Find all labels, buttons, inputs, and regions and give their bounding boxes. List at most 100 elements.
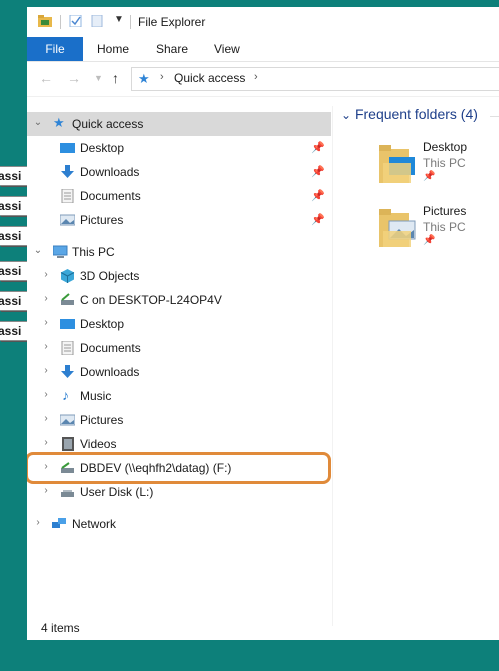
nav-item-qa-desktop[interactable]: Desktop 📌 [27,136,331,160]
nav-item-label: C on DESKTOP-L24OP4V [80,293,222,307]
navigation-pane: ⌄ ★ Quick access Desktop 📌 Downloads 📌 D… [27,106,333,626]
folder-icon [38,15,52,27]
nav-item-qa-pictures[interactable]: Pictures 📌 [27,208,331,232]
nav-item-pictures[interactable]: › Pictures [27,408,331,432]
nav-item-label: Network [72,517,117,531]
desktop-item-strip[interactable]: assi [0,291,29,311]
nav-item-music[interactable]: › ♪ Music [27,384,331,408]
expand-chevron-icon[interactable]: › [41,365,51,376]
tab-view[interactable]: View [214,37,240,61]
collapse-chevron-icon[interactable]: ⌄ [33,245,43,256]
downloads-icon [61,365,74,378]
expand-chevron-icon[interactable]: › [41,437,51,448]
toolbar-separator [60,15,61,29]
nav-item-label: Downloads [80,365,140,379]
nav-item-network[interactable]: › Network [27,512,331,536]
breadcrumb-quick-access[interactable]: Quick access [174,71,245,85]
nav-item-desktop[interactable]: › Desktop [27,312,331,336]
breadcrumb-chevron-icon[interactable]: › [254,71,258,83]
expand-chevron-icon[interactable]: › [41,413,51,424]
desktop-item-strip[interactable]: assi [0,261,29,281]
pictures-folder-icon [379,209,416,247]
folder-tile-desktop[interactable]: Desktop This PC 📌 [375,140,499,192]
nav-item-label: 3D Objects [80,269,140,283]
expand-chevron-icon[interactable]: › [41,485,51,496]
customize-toolbar-icon[interactable]: ▼ [114,14,124,25]
ribbon: File Home Share View [27,37,499,62]
documents-icon [61,341,74,355]
properties-icon[interactable] [69,15,83,27]
pin-icon[interactable]: 📌 [311,141,325,154]
documents-icon [61,189,74,203]
content-pane: ⌄ Frequent folders (4) Desktop This PC 📌 [335,106,499,626]
quick-access-star-icon: ★ [138,71,150,86]
frequent-folders-header[interactable]: ⌄ Frequent folders (4) [341,106,478,122]
expand-chevron-icon[interactable]: › [41,341,51,352]
pictures-icon [60,214,75,226]
divider [490,116,499,117]
nav-item-label: Documents [80,189,141,203]
nav-item-label: Pictures [80,413,124,427]
toolbar-separator [130,15,131,29]
nav-item-label: This PC [72,245,115,259]
pin-icon[interactable]: 📌 [311,189,325,202]
nav-item-label: Pictures [80,213,124,227]
pin-icon: 📌 [423,235,436,246]
tile-location: This PC [423,156,466,170]
tile-name: Desktop [423,140,468,154]
tab-share[interactable]: Share [156,37,188,61]
recent-locations-icon[interactable]: ▼ [94,73,103,83]
tile-location: This PC [423,220,466,234]
desktop-item-strip[interactable]: assi [0,166,29,186]
desktop-item-strip[interactable]: assi [0,226,29,246]
breadcrumb-chevron-icon[interactable]: › [160,71,164,83]
nav-item-label: Desktop [80,317,125,331]
folder-tile-pictures[interactable]: Pictures This PC 📌 [375,204,499,256]
highlight-annotation [27,452,331,484]
pin-icon[interactable]: 📌 [311,213,325,226]
pictures-icon [60,414,75,426]
music-icon: ♪ [62,387,69,403]
nav-item-downloads[interactable]: › Downloads [27,360,331,384]
network-icon [52,518,66,528]
nav-item-documents[interactable]: › Documents [27,336,331,360]
nav-item-quick-access[interactable]: ⌄ ★ Quick access [27,112,331,136]
expand-chevron-icon[interactable]: › [41,269,51,280]
expand-chevron-icon[interactable]: › [33,517,43,528]
network-drive-icon [61,490,74,497]
expand-chevron-icon[interactable]: › [41,293,51,304]
pin-icon[interactable]: 📌 [311,165,325,178]
forward-arrow-icon[interactable]: → [67,70,81,86]
tile-name: Pictures [423,204,467,218]
collapse-chevron-icon[interactable]: ⌄ [33,117,43,128]
collapse-chevron-icon[interactable]: ⌄ [341,108,351,122]
tab-file[interactable]: File [27,37,83,61]
desktop-item-strip[interactable]: assi [0,196,29,216]
nav-item-label: Documents [80,341,141,355]
back-arrow-icon[interactable]: ← [39,70,53,86]
status-item-count: 4 items [41,621,80,635]
new-folder-icon[interactable] [90,15,104,27]
downloads-icon [61,165,74,178]
address-bar[interactable]: ★ › Quick access › [131,67,499,91]
nav-item-qa-documents[interactable]: Documents 📌 [27,184,331,208]
window-title: File Explorer [138,15,206,29]
3d-objects-icon [60,269,75,283]
expand-chevron-icon[interactable]: › [41,317,51,328]
nav-item-label: Videos [80,437,117,451]
group-heading: Frequent folders (4) [354,106,478,122]
nav-item-label: User Disk (L:) [80,485,154,499]
tab-home[interactable]: Home [97,37,129,61]
desktop-icon [60,319,75,329]
expand-chevron-icon[interactable]: › [41,389,51,400]
nav-item-this-pc[interactable]: ⌄ This PC [27,240,331,264]
desktop-item-strip[interactable]: assi [0,321,29,341]
nav-item-3d-objects[interactable]: › 3D Objects [27,264,331,288]
navigation-bar: ← → ▼ ↑ ★ › Quick access › [27,62,499,97]
up-arrow-icon[interactable]: ↑ [112,70,119,86]
nav-item-qa-downloads[interactable]: Downloads 📌 [27,160,331,184]
videos-icon [62,437,74,451]
nav-item-label: Quick access [72,117,144,131]
nav-item-c-drive[interactable]: › C on DESKTOP-L24OP4V [27,288,331,312]
computer-icon [53,245,68,258]
